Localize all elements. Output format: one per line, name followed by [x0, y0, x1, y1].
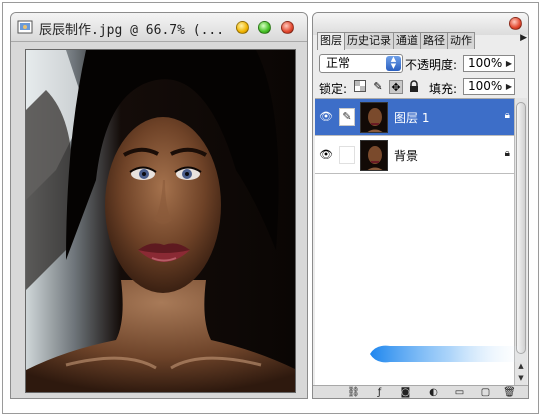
- tab-paths[interactable]: 路径: [420, 32, 448, 49]
- layer-name[interactable]: 图层 1: [394, 109, 429, 126]
- opacity-value: 100%: [468, 56, 503, 70]
- blend-opacity-row: 正常 ▲ ▼ 不透明度: 100% ▶: [313, 53, 528, 75]
- tab-actions[interactable]: 动作: [447, 32, 475, 49]
- layers-panel: 图层 历史记录 通道 路径 动作 ▶ 正常 ▲ ▼ 不透明度: 100% ▶ 锁定: ✎ …: [312, 12, 529, 399]
- link-layers-icon[interactable]: ⛓: [347, 387, 360, 398]
- fill-slider-arrow-icon[interactable]: ▶: [506, 79, 512, 94]
- new-group-icon[interactable]: ▭: [453, 387, 466, 398]
- layer-name[interactable]: 背景: [394, 147, 418, 164]
- document-window: 辰辰制作.jpg @ 66.7% (...: [10, 12, 308, 399]
- lock-pixels-icon[interactable]: ✎: [371, 80, 385, 94]
- layer-thumbnail: [360, 102, 388, 133]
- tab-layers[interactable]: 图层: [317, 32, 345, 50]
- fill-value: 100%: [468, 79, 503, 93]
- lock-fill-row: 锁定: ✎ ✥ 填充: 100% ▶: [313, 76, 528, 98]
- fill-label: 填充:: [429, 82, 458, 96]
- annotation-arrow: [370, 345, 530, 363]
- layer-lock-icon: 🔒︎: [504, 110, 510, 121]
- link-slot[interactable]: [339, 146, 355, 164]
- panel-close-button[interactable]: [509, 17, 522, 30]
- blend-mode-select[interactable]: 正常 ▲ ▼: [319, 54, 403, 73]
- visibility-eye-icon[interactable]: 👁: [318, 109, 334, 125]
- lock-all-icon[interactable]: [407, 80, 421, 94]
- layer-thumbnail: [360, 140, 388, 171]
- opacity-field[interactable]: 100% ▶: [463, 55, 515, 72]
- scroll-down-icon[interactable]: ▼: [515, 372, 527, 384]
- layer-mask-icon[interactable]: ◙: [399, 387, 412, 398]
- close-button[interactable]: [281, 21, 294, 34]
- visibility-eye-icon[interactable]: 👁: [318, 147, 334, 163]
- tab-history[interactable]: 历史记录: [344, 32, 394, 49]
- opacity-slider-arrow-icon[interactable]: ▶: [506, 56, 512, 71]
- lock-transparency-icon[interactable]: [353, 80, 367, 94]
- opacity-label: 不透明度:: [405, 58, 458, 72]
- panel-bottom-toolbar: ⛓ ƒ ◙ ◐ ▭ ▢ 🗑: [313, 385, 528, 398]
- select-arrows-icon: ▲ ▼: [386, 56, 401, 71]
- portrait-image: [26, 50, 295, 392]
- minimize-button[interactable]: [236, 21, 249, 34]
- document-title-bar[interactable]: 辰辰制作.jpg @ 66.7% (...: [11, 13, 307, 42]
- zoom-button[interactable]: [258, 21, 271, 34]
- panel-menu-icon[interactable]: ▶: [520, 33, 527, 43]
- new-layer-icon[interactable]: ▢: [479, 387, 492, 398]
- document-icon: [17, 20, 33, 34]
- layer-style-icon[interactable]: ƒ: [373, 387, 386, 398]
- panel-tabs: 图层 历史记录 通道 路径 动作 ▶: [317, 32, 527, 50]
- fill-field[interactable]: 100% ▶: [463, 78, 515, 95]
- layer-row-layer-1[interactable]: 👁 ✎ 图层 1 🔒︎: [315, 99, 514, 136]
- lock-label: 锁定:: [319, 82, 348, 96]
- adjustment-layer-icon[interactable]: ◐: [427, 387, 440, 398]
- document-title: 辰辰制作.jpg @ 66.7% (...: [39, 23, 225, 38]
- image-canvas[interactable]: [25, 49, 296, 393]
- blend-mode-value: 正常: [326, 56, 351, 70]
- paintbrush-icon[interactable]: ✎: [339, 108, 355, 126]
- delete-layer-icon[interactable]: 🗑: [503, 387, 516, 398]
- layer-lock-icon: 🔒︎: [504, 148, 510, 159]
- scrollbar-thumb[interactable]: [516, 102, 526, 354]
- layer-row-background[interactable]: 👁 背景 🔒︎: [315, 137, 514, 174]
- lock-position-icon[interactable]: ✥: [389, 80, 403, 94]
- tab-channels[interactable]: 通道: [393, 32, 421, 49]
